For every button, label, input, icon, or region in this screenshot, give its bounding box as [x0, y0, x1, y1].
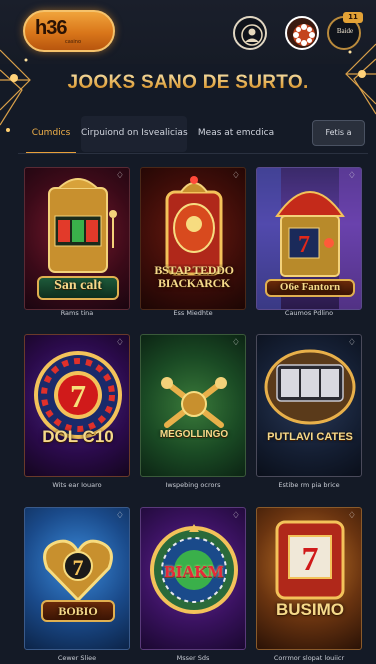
svg-text:7: 7: [73, 555, 84, 580]
game-title: BUSIMO: [276, 600, 344, 619]
favorite-icon[interactable]: ♢: [348, 511, 356, 521]
profile-icon[interactable]: [233, 16, 267, 50]
svg-text:7: 7: [302, 541, 319, 578]
game-caption: Corrmor slopat louiicr: [273, 654, 345, 662]
game-title: O6e Fantorn: [279, 281, 341, 293]
svg-text:7: 7: [298, 232, 310, 258]
filter-button[interactable]: Fetis a: [312, 120, 365, 146]
svg-text:7: 7: [70, 378, 86, 414]
logo-subtext: casino: [65, 39, 82, 45]
game-caption: Wits ear Iouaro: [52, 481, 102, 489]
game-card[interactable]: 7 BUSIMO ♢: [256, 507, 362, 650]
game-caption: Msser Sds: [176, 654, 210, 662]
game-card[interactable]: BIAKM ♢: [140, 507, 246, 650]
golden-emblem-icon: [161, 377, 227, 428]
favorite-icon[interactable]: ♢: [348, 338, 356, 348]
game-title: San calt: [54, 278, 102, 293]
casino-chip-icon[interactable]: [285, 16, 319, 50]
game-caption: Caumos Pdlino: [284, 309, 334, 317]
game-caption: Estibe rm pia brice: [278, 481, 340, 489]
roulette-wheel-icon: 7: [34, 351, 122, 439]
game-title: BSTAP TEDDO BIACKARCK: [154, 264, 234, 290]
favorite-icon[interactable]: ♢: [116, 338, 124, 348]
game-title: PUTLAVI CATES: [267, 431, 353, 443]
slot-machine-icon: 7: [275, 520, 345, 600]
page-title: JOOKS SANO DE SURTO.: [0, 72, 376, 94]
game-card[interactable]: San calt ♢: [24, 167, 130, 310]
favorite-icon[interactable]: ♢: [348, 171, 356, 181]
tab-new[interactable]: Meas at emcdica: [194, 116, 278, 152]
game-caption: Ess Miedhte: [173, 309, 213, 317]
favorite-icon[interactable]: ♢: [232, 511, 240, 521]
game-title: MEGOLLINGO: [159, 429, 229, 440]
game-card[interactable]: 7 O6e Fantorn ♢: [256, 167, 362, 310]
game-card[interactable]: BSTAP TEDDO BIACKARCK ♢: [140, 167, 246, 310]
game-card[interactable]: PUTLAVI CATES ♢: [256, 334, 362, 477]
game-caption: Cewer Sliee: [57, 654, 97, 662]
game-card[interactable]: MEGOLLINGO ♢: [140, 334, 246, 477]
game-title: BIAKM: [164, 562, 224, 581]
favorite-icon[interactable]: ♢: [116, 171, 124, 181]
favorite-icon[interactable]: ♢: [116, 511, 124, 521]
app-header: h36 casino Baide 11: [0, 0, 376, 64]
tab-popular[interactable]: Cirpuiond on Isvealicias: [81, 116, 188, 152]
tab-categories[interactable]: Cumdics: [26, 116, 76, 154]
favorite-icon[interactable]: ♢: [232, 171, 240, 181]
notification-badge: 11: [343, 12, 363, 23]
game-title: BOBIO: [58, 604, 98, 618]
game-caption: Rams tina: [60, 309, 94, 317]
category-tabs: Cumdics Cirpuiond on Isvealicias Meas at…: [0, 116, 376, 156]
favorite-icon[interactable]: ♢: [232, 338, 240, 348]
slot-machine-icon: [264, 349, 356, 425]
tabs-divider: [18, 153, 368, 154]
game-card[interactable]: 7 DOL C10 ♢: [24, 334, 130, 477]
game-title: DOL C10: [42, 427, 114, 446]
game-caption: Iwspebing ocrors: [165, 481, 221, 489]
game-card[interactable]: 7 BOBIO ♢: [24, 507, 130, 650]
heart-emblem-icon: 7: [43, 539, 113, 603]
